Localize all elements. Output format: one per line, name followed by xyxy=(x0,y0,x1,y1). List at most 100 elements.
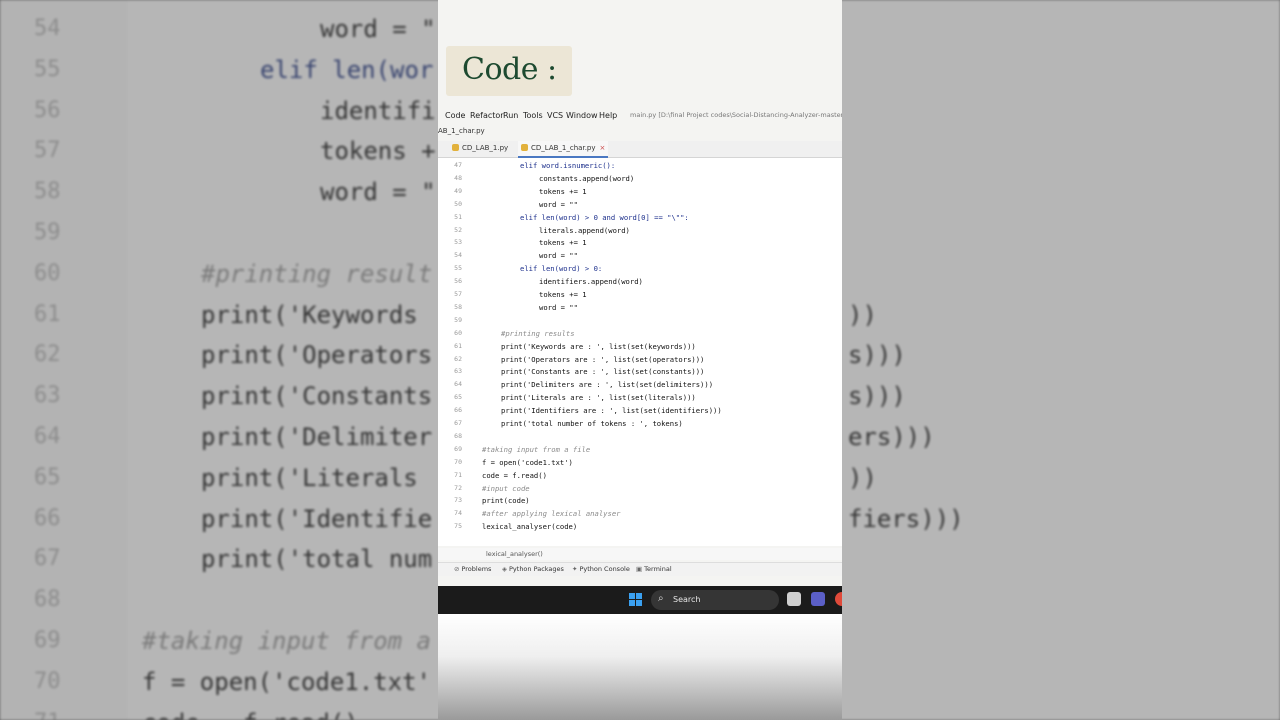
code-line: 51 elif len(word) > 0 and word[0] == "\""… xyxy=(438,211,842,224)
tool-python-console[interactable]: ✦ Python Console xyxy=(572,565,630,573)
code-text: print(code) xyxy=(482,496,530,506)
line-number: 53 xyxy=(454,238,462,247)
terminal-icon: ▣ xyxy=(636,565,643,573)
line-number: 75 xyxy=(454,522,462,531)
tool-terminal[interactable]: ▣ Terminal xyxy=(636,565,672,573)
line-number: 64 xyxy=(454,380,462,389)
tool-label: Problems xyxy=(461,565,492,573)
code-line: 63 print('Constants are : ', list(set(con… xyxy=(438,365,842,378)
code-text: print('total number of tokens : ', token… xyxy=(501,419,683,428)
line-number: 63 xyxy=(454,367,462,376)
menu-tools[interactable]: Tools xyxy=(523,111,543,120)
code-text: tokens += 1 xyxy=(539,186,587,196)
code-text: constants.append(word) xyxy=(539,173,635,183)
menu-window[interactable]: Window xyxy=(566,111,598,120)
code-line: 54 word = "" xyxy=(438,249,842,262)
line-number: 47 xyxy=(454,161,462,169)
windows-start-icon[interactable] xyxy=(629,593,643,607)
code-text: tokens += 1 xyxy=(539,238,587,248)
line-number: 48 xyxy=(454,173,462,182)
breadcrumb-function[interactable]: lexical_analyser() xyxy=(486,550,543,558)
task-view-icon[interactable] xyxy=(787,592,801,606)
code-line: 49 tokens += 1 xyxy=(438,185,842,198)
code-line: 60 #printing results xyxy=(438,327,842,340)
line-number: 70 xyxy=(454,457,462,466)
line-number: 65 xyxy=(454,393,462,402)
line-number: 61 xyxy=(454,341,462,350)
tool-window-bar: ⊘ Problems ◈ Python Packages ✦ Python Conso… xyxy=(438,562,842,576)
background-dim-right xyxy=(842,0,1280,720)
code-text: #taking input from a file xyxy=(482,444,591,454)
line-number: 67 xyxy=(454,419,462,427)
code-line: 64 print('Delimiters are : ', list(set(de… xyxy=(438,378,842,391)
menu-refactor[interactable]: Refactor xyxy=(470,111,504,120)
line-number: 56 xyxy=(454,277,462,286)
code-text: #input code xyxy=(482,483,530,493)
tab-cd-lab-1[interactable]: CD_LAB_1.py xyxy=(452,141,508,156)
code-line: 70 f = open('code1.txt') xyxy=(438,456,842,469)
search-icon: ⌕ xyxy=(658,593,664,604)
menu-vcs[interactable]: VCS xyxy=(547,111,563,120)
line-number: 57 xyxy=(454,290,462,298)
menu-help[interactable]: Help xyxy=(599,111,617,120)
menu-bar: Code Refactor Run Tools VCS Window Help … xyxy=(438,108,842,124)
code-line: 67 print('total number of tokens : ', tok… xyxy=(438,417,842,430)
code-line: 47 elif word.isnumeric(): xyxy=(438,159,842,172)
code-editor[interactable]: 47 elif word.isnumeric(): 48 constants.appe… xyxy=(438,158,842,546)
code-line: 61 print('Keywords are : ', list(set(keyw… xyxy=(438,340,842,353)
line-number: 62 xyxy=(454,354,462,363)
code-line: 74 #after applying lexical analyser xyxy=(438,507,842,520)
close-tab-icon[interactable]: × xyxy=(600,144,606,152)
line-number: 66 xyxy=(454,406,462,415)
line-number: 73 xyxy=(454,496,462,505)
line-number: 68 xyxy=(454,431,462,440)
menu-code[interactable]: Code xyxy=(445,111,465,120)
tab-label: CD_LAB_1_char.py xyxy=(531,144,596,152)
code-line: 59 xyxy=(438,314,842,327)
code-line: 75 lexical_analyser(code) xyxy=(438,520,842,533)
code-text: elif len(word) > 0 and word[0] == "\"": xyxy=(520,212,689,222)
video-panel: Code : Code Refactor Run Tools VCS Windo… xyxy=(438,0,842,720)
console-icon: ✦ xyxy=(572,565,578,573)
tab-label: CD_LAB_1.py xyxy=(462,144,509,152)
problems-icon: ⊘ xyxy=(454,565,460,573)
line-number: 71 xyxy=(454,470,462,479)
code-line: 73 print(code) xyxy=(438,494,842,507)
chrome-icon[interactable] xyxy=(835,592,842,606)
code-text: print('Identifiers are : ', list(set(ide… xyxy=(501,406,722,416)
code-line: 52 literals.append(word) xyxy=(438,224,842,237)
python-file-icon xyxy=(452,144,459,151)
bottom-fade xyxy=(438,614,842,720)
code-line: 71 code = f.read() xyxy=(438,469,842,482)
code-line: 57 tokens += 1 xyxy=(438,288,842,301)
line-number: 51 xyxy=(454,212,462,221)
window-path: main.py [D:\final Project codes\Social-D… xyxy=(630,111,842,119)
code-text: word = "" xyxy=(539,199,578,209)
menu-run[interactable]: Run xyxy=(503,111,518,120)
code-text: word = "" xyxy=(539,251,578,261)
code-line: 53 tokens += 1 xyxy=(438,236,842,249)
editor-tabs: CD_LAB_1.py CD_LAB_1_char.py × xyxy=(438,141,842,158)
line-number: 58 xyxy=(454,302,462,311)
code-text: tokens += 1 xyxy=(539,290,587,299)
code-line: 48 constants.append(word) xyxy=(438,172,842,185)
code-line: 66 print('Identifiers are : ', list(set(i… xyxy=(438,404,842,417)
background-dim-left xyxy=(0,0,438,720)
tab-cd-lab-1-char[interactable]: CD_LAB_1_char.py × xyxy=(518,141,609,158)
tool-problems[interactable]: ⊘ Problems xyxy=(454,565,491,573)
code-line: 69 #taking input from a file xyxy=(438,443,842,456)
teams-icon[interactable] xyxy=(811,592,825,606)
tool-python-packages[interactable]: ◈ Python Packages xyxy=(502,565,564,573)
taskbar-search[interactable]: ⌕ Search xyxy=(651,590,779,610)
code-line: 68 xyxy=(438,430,842,443)
line-number: 59 xyxy=(454,315,462,324)
tool-label: Python Console xyxy=(579,565,630,573)
code-line: 50 word = "" xyxy=(438,198,842,211)
code-line: 65 print('Literals are : ', list(set(lite… xyxy=(438,391,842,404)
code-text: identifiers.append(word) xyxy=(539,277,643,287)
code-text: literals.append(word) xyxy=(539,225,630,235)
line-number: 49 xyxy=(454,186,462,195)
line-number: 74 xyxy=(454,509,462,518)
search-label: Search xyxy=(673,595,701,604)
code-line: 56 identifiers.append(word) xyxy=(438,275,842,288)
